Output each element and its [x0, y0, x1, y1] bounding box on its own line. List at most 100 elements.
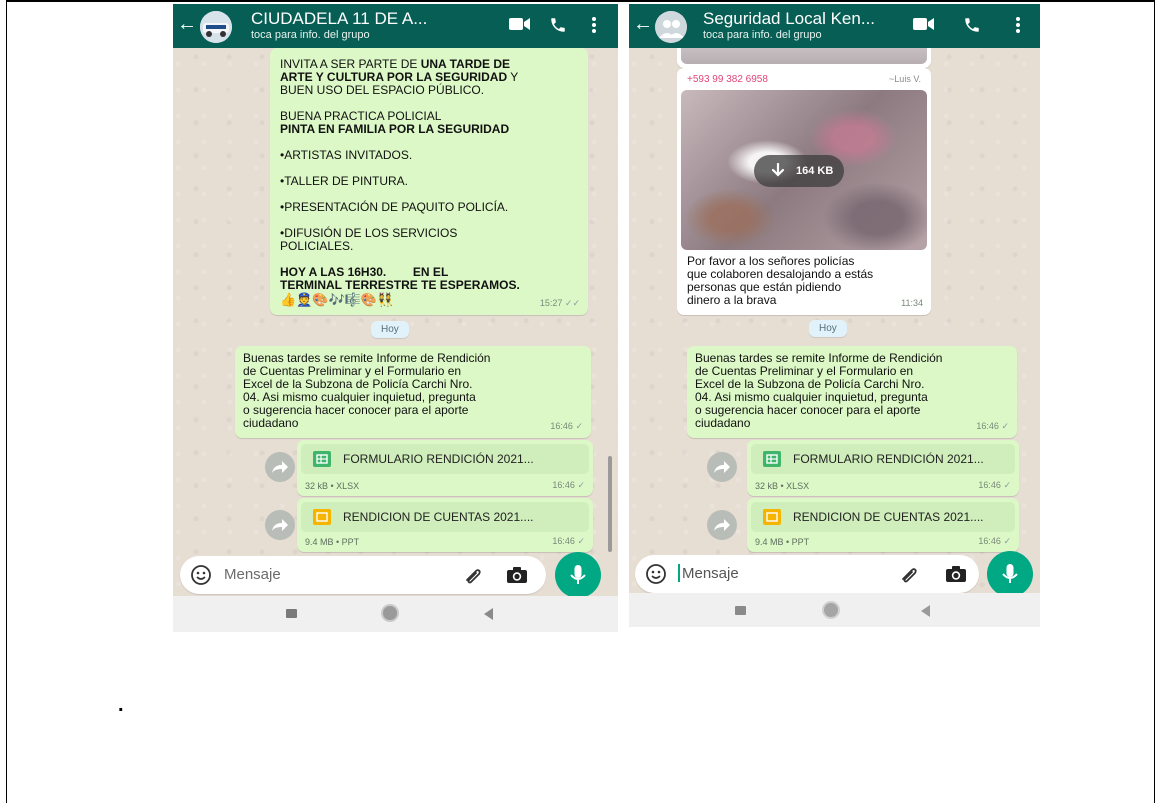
group-avatar[interactable]	[655, 11, 687, 43]
message-bubble[interactable]: INVITA A SER PARTE DE UNA TARDE DE ARTE …	[270, 48, 588, 315]
video-call-icon[interactable]	[509, 16, 531, 37]
message-bubble[interactable]: Buenas tardes se remite Informe de Rendi…	[235, 346, 591, 438]
check-icon: ✓	[577, 480, 585, 490]
check-icon: ✓	[1003, 480, 1011, 490]
back-nav-icon[interactable]	[919, 604, 931, 623]
document-meta: 9.4 MB • PPT	[305, 537, 360, 547]
check-icon: ✓	[1001, 421, 1009, 431]
sender-name: ~Luis V.	[889, 74, 921, 84]
text-cursor	[678, 564, 680, 582]
message-timestamp: 15:27 ✓✓	[539, 298, 580, 308]
download-button[interactable]: 164 KB	[754, 155, 844, 187]
message-timestamp: 16:46 ✓	[978, 480, 1011, 490]
home-icon[interactable]	[383, 606, 397, 620]
forward-button[interactable]	[707, 510, 737, 540]
document-name: FORMULARIO RENDICIÓN 2021...	[793, 452, 984, 466]
forward-button[interactable]	[265, 452, 295, 482]
more-options-icon[interactable]	[1015, 16, 1021, 39]
caption-text: dinero a la brava	[687, 293, 777, 307]
chat-header: ← CIUDADELA 11 DE A... toca para info. d…	[173, 4, 618, 48]
presentation-file-icon	[763, 509, 781, 525]
system-nav-bar	[629, 593, 1040, 627]
document-card[interactable]: FORMULARIO RENDICIÓN 2021...	[751, 444, 1015, 474]
system-nav-bar	[173, 596, 618, 632]
message-timestamp: 16:46 ✓	[978, 536, 1011, 546]
check-icon: ✓	[1003, 536, 1011, 546]
message-input-bar[interactable]: Mensaje	[180, 556, 546, 594]
chat-subtitle[interactable]: toca para info. del grupo	[251, 29, 370, 41]
recent-apps-icon[interactable]	[735, 606, 746, 615]
document-name: RENDICION DE CUENTAS 2021....	[793, 510, 984, 524]
mic-button[interactable]	[987, 551, 1033, 597]
message-text: •PRESENTACIÓN DE PAQUITO POLICÍA.	[280, 200, 509, 214]
forward-button[interactable]	[265, 510, 295, 540]
message-text: ciudadano	[243, 416, 299, 430]
document-meta: 32 kB • XLSX	[305, 481, 360, 491]
message-timestamp: 16:46 ✓	[552, 536, 585, 546]
presentation-file-icon	[313, 509, 331, 525]
day-separator: Hoy	[809, 320, 847, 337]
home-icon[interactable]	[824, 603, 838, 617]
chat-header: ← Seguridad Local Ken... toca para info.…	[629, 4, 1040, 48]
left-chat-screenshot: ← CIUDADELA 11 DE A... toca para info. d…	[173, 4, 618, 632]
attach-icon[interactable]	[899, 565, 921, 590]
message-input[interactable]: Mensaje	[224, 566, 281, 583]
message-text: POLICIALES.	[280, 239, 354, 253]
emoji-row: 👍👮🎨🎶🎼🎨👯	[280, 292, 394, 307]
message-text: •TALLER DE PINTURA.	[280, 174, 409, 188]
message-text: PINTA EN FAMILIA POR LA SEGURIDAD	[280, 122, 510, 136]
document-name: RENDICION DE CUENTAS 2021....	[343, 510, 534, 524]
video-call-icon[interactable]	[913, 16, 935, 37]
message-timestamp: 16:46 ✓	[552, 480, 585, 490]
message-text: ciudadano	[695, 416, 751, 430]
document-card[interactable]: FORMULARIO RENDICIÓN 2021...	[301, 444, 589, 474]
document-message[interactable]: FORMULARIO RENDICIÓN 2021... 32 kB • XLS…	[297, 440, 593, 496]
blurred-image-preview[interactable]: 164 KB	[681, 90, 927, 250]
back-arrow-icon[interactable]: ←	[177, 13, 197, 36]
media-message[interactable]: +593 99 382 6958 ~Luis V. 164 KB Por fav…	[677, 68, 931, 315]
camera-icon[interactable]	[945, 564, 967, 589]
document-meta: 32 kB • XLSX	[755, 481, 810, 491]
document-name: FORMULARIO RENDICIÓN 2021...	[343, 452, 534, 466]
message-text: •ARTISTAS INVITADOS.	[280, 148, 413, 162]
forward-button[interactable]	[707, 452, 737, 482]
message-input[interactable]: Mensaje	[682, 565, 739, 582]
document-message[interactable]: RENDICION DE CUENTAS 2021.... 9.4 MB • P…	[297, 498, 593, 552]
recent-apps-icon[interactable]	[286, 609, 297, 618]
double-check-icon: ✓✓	[564, 298, 580, 308]
mic-button[interactable]	[555, 552, 601, 598]
message-text: BUEN USO DEL ESPACIO PÚBLICO.	[280, 83, 485, 97]
page-mark: .	[118, 694, 124, 716]
more-options-icon[interactable]	[591, 16, 597, 39]
document-message[interactable]: RENDICION DE CUENTAS 2021.... 9.4 MB • P…	[747, 498, 1019, 552]
message-bubble[interactable]: Buenas tardes se remite Informe de Rendi…	[687, 346, 1017, 438]
day-separator: Hoy	[371, 321, 409, 338]
chat-title[interactable]: CIUDADELA 11 DE A...	[251, 9, 427, 29]
check-icon: ✓	[575, 421, 583, 431]
document-meta: 9.4 MB • PPT	[755, 537, 810, 547]
group-avatar[interactable]	[200, 11, 232, 43]
message-input-bar[interactable]: Mensaje	[635, 555, 979, 593]
message-timestamp: 16:46 ✓	[976, 421, 1009, 431]
chat-subtitle[interactable]: toca para info. del grupo	[703, 29, 822, 41]
right-chat-screenshot: ← Seguridad Local Ken... toca para info.…	[629, 4, 1040, 627]
camera-icon[interactable]	[506, 565, 528, 590]
attach-icon[interactable]	[463, 566, 485, 591]
document-card[interactable]: RENDICION DE CUENTAS 2021....	[751, 502, 1015, 532]
message-text: TERMINAL TERRESTRE TE ESPERAMOS.	[280, 278, 520, 292]
emoji-icon[interactable]	[645, 563, 667, 590]
media-size: 164 KB	[796, 165, 834, 177]
back-nav-icon[interactable]	[482, 607, 494, 626]
document-message[interactable]: FORMULARIO RENDICIÓN 2021... 32 kB • XLS…	[747, 440, 1019, 496]
spreadsheet-file-icon	[763, 451, 781, 467]
document-card[interactable]: RENDICION DE CUENTAS 2021....	[301, 502, 589, 532]
message-timestamp: 16:46 ✓	[550, 421, 583, 431]
scrollbar[interactable]	[608, 456, 612, 552]
voice-call-icon[interactable]	[549, 16, 567, 39]
sender-phone[interactable]: +593 99 382 6958	[687, 73, 768, 86]
back-arrow-icon[interactable]: ←	[633, 13, 653, 36]
spreadsheet-file-icon	[313, 451, 331, 467]
chat-title[interactable]: Seguridad Local Ken...	[703, 9, 875, 29]
emoji-icon[interactable]	[190, 564, 212, 591]
voice-call-icon[interactable]	[963, 16, 981, 39]
